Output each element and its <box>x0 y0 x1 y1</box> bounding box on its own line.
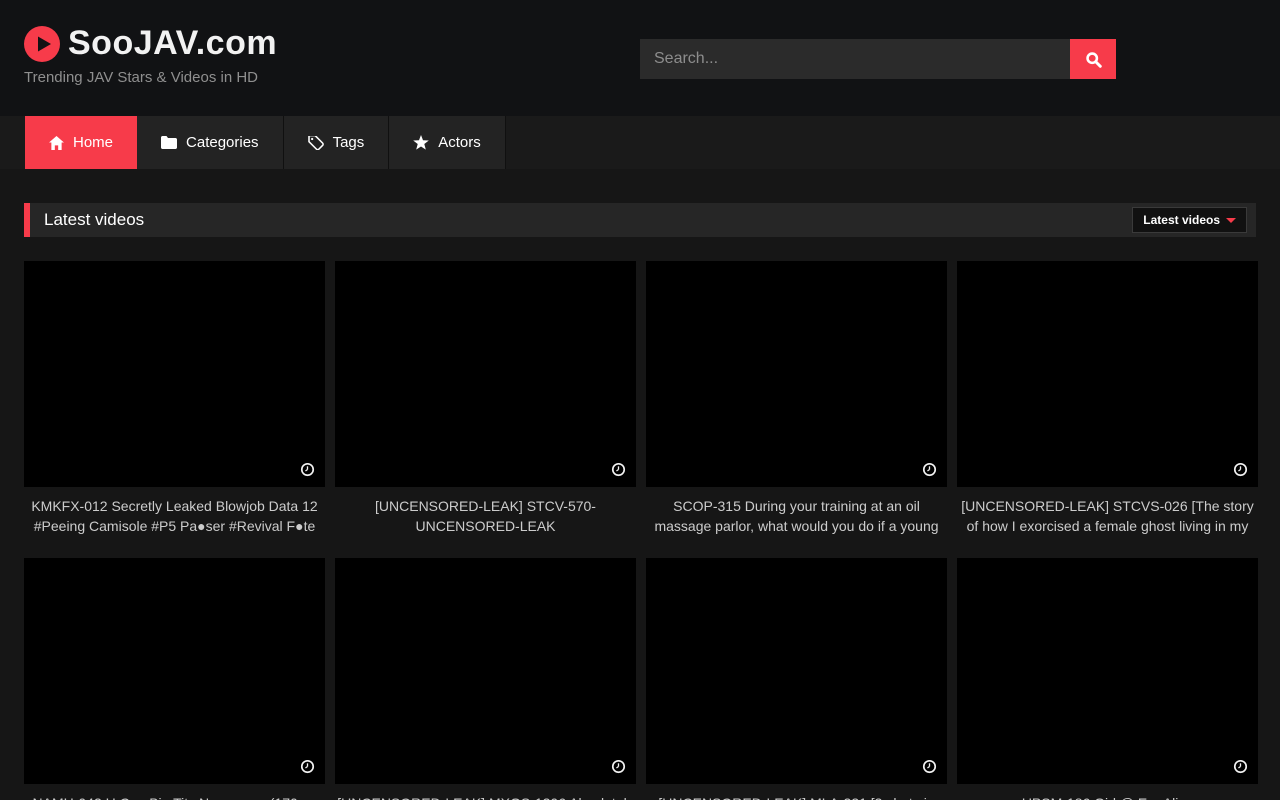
video-title[interactable]: [UNCENSORED-LEAK] MLA-231 [3 shots in <box>646 793 947 800</box>
search-input[interactable] <box>640 39 1070 79</box>
video-card[interactable]: KMKFX-012 Secretly Leaked Blowjob Data 1… <box>24 261 325 536</box>
nav-item-label: Categories <box>186 134 259 151</box>
caret-down-icon <box>1226 218 1236 223</box>
video-card[interactable]: [UNCENSORED-LEAK] STCVS-026 [The story o… <box>957 261 1258 536</box>
video-title[interactable]: KMKFX-012 Secretly Leaked Blowjob Data 1… <box>24 496 325 536</box>
video-card[interactable]: SCOP-315 During your training at an oil … <box>646 261 947 536</box>
nav-item-actors[interactable]: Actors <box>389 116 506 169</box>
clock-icon <box>922 462 937 477</box>
sort-dropdown-button[interactable]: Latest videos <box>1132 207 1247 233</box>
tag-icon <box>308 136 324 150</box>
video-thumbnail[interactable] <box>335 261 636 487</box>
video-thumbnail[interactable] <box>24 558 325 784</box>
video-title[interactable]: UPSM-186 Girl @ Era Alice <box>957 793 1258 800</box>
star-icon <box>413 135 429 150</box>
section-accent-bar <box>24 203 30 237</box>
main-nav: Home Categories Tags Actors <box>0 116 1280 169</box>
main-content: Latest videos Latest videos KMKFX-012 Se… <box>0 169 1280 800</box>
clock-icon <box>611 462 626 477</box>
search-icon <box>1085 51 1102 68</box>
nav-item-categories[interactable]: Categories <box>137 116 284 169</box>
video-card[interactable]: [UNCENSORED-LEAK] MXGS-1206 Absolutely <box>335 558 636 800</box>
video-title[interactable]: [UNCENSORED-LEAK] STCV-570-UNCENSORED-LE… <box>335 496 636 536</box>
nav-item-home[interactable]: Home <box>25 116 137 169</box>
video-card[interactable]: [UNCENSORED-LEAK] MLA-231 [3 shots in <box>646 558 947 800</box>
video-thumbnail[interactable] <box>646 261 947 487</box>
clock-icon <box>611 759 626 774</box>
section-title: Latest videos <box>44 210 144 230</box>
nav-item-label: Tags <box>333 134 365 151</box>
video-thumbnail[interactable] <box>957 558 1258 784</box>
video-thumbnail[interactable] <box>957 261 1258 487</box>
video-thumbnail[interactable] <box>646 558 947 784</box>
play-circle-icon <box>24 26 60 62</box>
video-thumbnail[interactable] <box>24 261 325 487</box>
logo-text: SooJAV.com <box>68 24 277 63</box>
video-title[interactable]: [UNCENSORED-LEAK] MXGS-1206 Absolutely <box>335 793 636 800</box>
clock-icon <box>300 462 315 477</box>
video-card[interactable]: [UNCENSORED-LEAK] STCV-570-UNCENSORED-LE… <box>335 261 636 536</box>
video-title[interactable]: [UNCENSORED-LEAK] STCVS-026 [The story o… <box>957 496 1258 536</box>
clock-icon <box>1233 759 1248 774</box>
section-header: Latest videos Latest videos <box>24 203 1256 237</box>
site-logo[interactable]: SooJAV.com <box>24 24 277 63</box>
video-card[interactable]: NAMH-042 H Cup Big Tits Newcomer (170cm … <box>24 558 325 800</box>
clock-icon <box>1233 462 1248 477</box>
nav-item-label: Home <box>73 134 113 151</box>
clock-icon <box>922 759 937 774</box>
home-icon <box>49 136 64 150</box>
nav-item-tags[interactable]: Tags <box>284 116 390 169</box>
nav-item-label: Actors <box>438 134 481 151</box>
video-title[interactable]: NAMH-042 H Cup Big Tits Newcomer (170cm … <box>24 793 325 800</box>
site-header: SooJAV.com Trending JAV Stars & Videos i… <box>0 0 1280 116</box>
sort-dropdown-label: Latest videos <box>1143 213 1220 227</box>
search-button[interactable] <box>1070 39 1116 79</box>
folder-icon <box>161 136 177 149</box>
video-grid: KMKFX-012 Secretly Leaked Blowjob Data 1… <box>24 261 1256 800</box>
clock-icon <box>300 759 315 774</box>
video-title[interactable]: SCOP-315 During your training at an oil … <box>646 496 947 536</box>
video-card[interactable]: UPSM-186 Girl @ Era Alice <box>957 558 1258 800</box>
search-bar <box>640 39 1116 79</box>
video-thumbnail[interactable] <box>335 558 636 784</box>
